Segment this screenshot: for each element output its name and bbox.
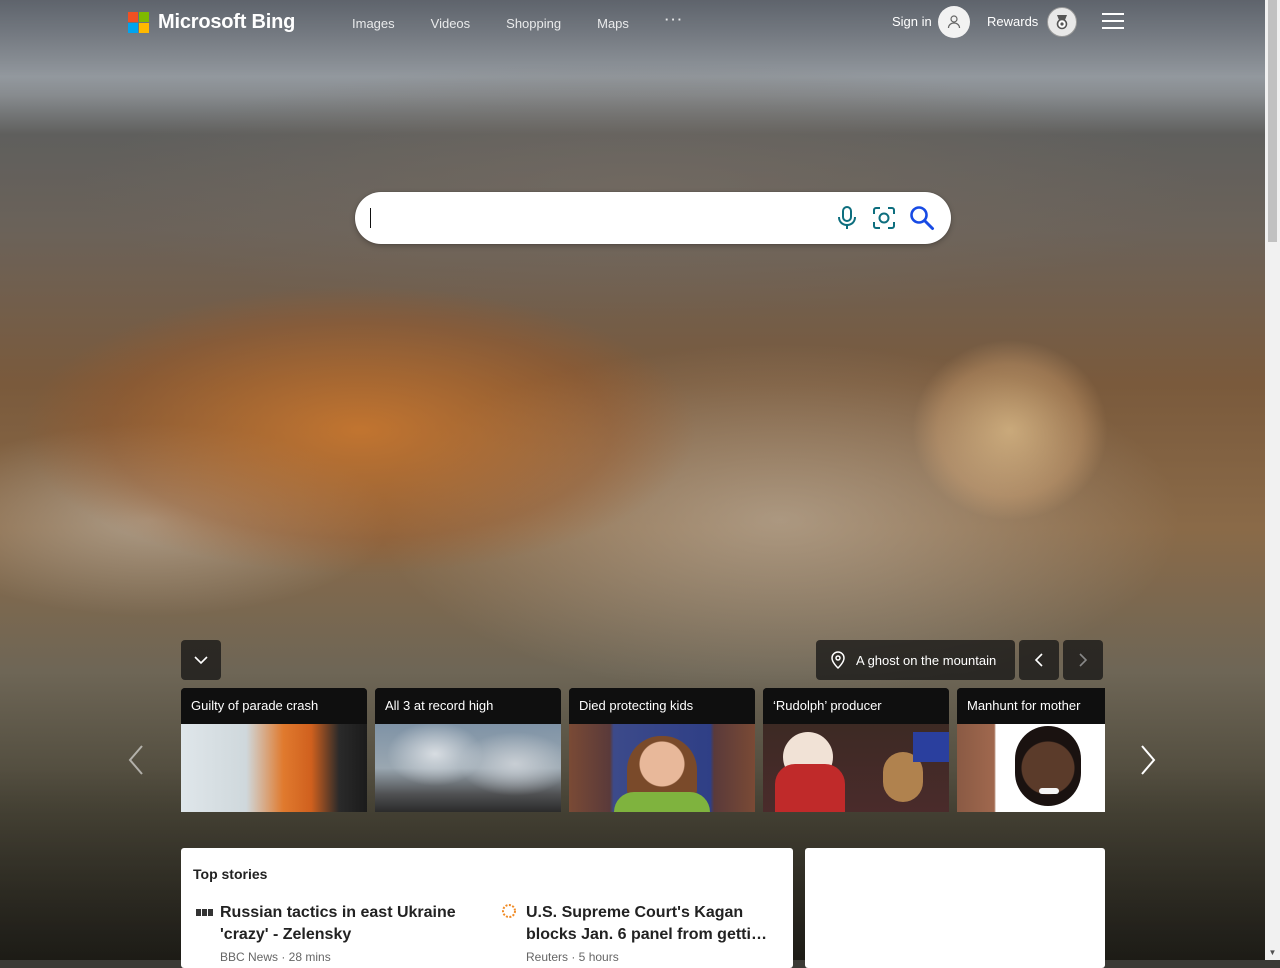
news-card[interactable]: Manhunt for mother	[957, 688, 1105, 812]
news-card[interactable]: Died protecting kids	[569, 688, 755, 812]
background-image	[0, 0, 1265, 960]
news-card[interactable]: Guilty of parade crash	[181, 688, 367, 812]
news-card[interactable]: ‘Rudolph’ producer	[763, 688, 949, 812]
nav-more[interactable]: ···	[665, 12, 684, 31]
news-card-image	[763, 724, 949, 812]
chevron-right-icon	[1141, 745, 1156, 775]
search-box	[355, 192, 951, 244]
user-icon[interactable]	[938, 6, 970, 38]
news-card-image	[569, 724, 755, 812]
previous-image-button[interactable]	[1019, 640, 1059, 680]
search-icon[interactable]	[908, 204, 936, 232]
nav-shopping[interactable]: Shopping	[506, 16, 561, 31]
search-input[interactable]	[371, 205, 825, 233]
scrollbar-thumb[interactable]	[1268, 0, 1277, 242]
news-card-image	[957, 724, 1105, 812]
chevron-left-icon	[128, 745, 143, 775]
top-stories-panel: Top stories Russian tactics in east Ukra…	[181, 848, 793, 968]
brand-name: Microsoft Bing	[158, 11, 296, 33]
visual-search-icon[interactable]	[870, 204, 898, 232]
text-caret	[370, 208, 371, 228]
news-card[interactable]: All 3 at record high	[375, 688, 561, 812]
news-card-title: Guilty of parade crash	[181, 688, 367, 724]
story-item[interactable]: Russian tactics in east Ukraine 'crazy' …	[196, 902, 482, 964]
news-card-image	[181, 724, 367, 812]
next-image-button[interactable]	[1063, 640, 1103, 680]
page-scrollbar[interactable]: ▼	[1265, 0, 1280, 960]
location-pin-icon	[828, 650, 848, 670]
image-caption: A ghost on the mountain	[856, 652, 997, 668]
image-info-button[interactable]: A ghost on the mountain	[816, 640, 1015, 680]
bing-logo[interactable]: Microsoft Bing	[128, 11, 295, 34]
chevron-right-icon	[1079, 653, 1088, 667]
story-meta: BBC News · 28 mins	[220, 950, 331, 964]
chevron-down-icon	[194, 656, 208, 665]
hamburger-menu-icon[interactable]	[1102, 13, 1124, 31]
top-nav: Images Videos Shopping Maps ···	[352, 12, 720, 31]
story-title[interactable]: Russian tactics in east Ukraine 'crazy' …	[220, 902, 482, 946]
microphone-icon[interactable]	[833, 204, 861, 232]
top-stories-heading: Top stories	[193, 866, 268, 882]
story-item[interactable]: U.S. Supreme Court's Kagan blocks Jan. 6…	[502, 902, 788, 964]
bbc-source-icon	[196, 904, 214, 916]
nav-images[interactable]: Images	[352, 16, 395, 31]
carousel-next-button[interactable]	[1136, 740, 1160, 780]
news-card-title: ‘Rudolph’ producer	[763, 688, 949, 724]
rewards-medal-icon[interactable]	[1047, 7, 1077, 37]
story-title[interactable]: U.S. Supreme Court's Kagan blocks Jan. 6…	[526, 902, 788, 946]
header: Microsoft Bing Images Videos Shopping Ma…	[0, 0, 1265, 46]
nav-videos[interactable]: Videos	[431, 16, 471, 31]
news-card-title: Manhunt for mother	[957, 688, 1105, 724]
collapse-feed-button[interactable]	[181, 640, 221, 680]
nav-maps[interactable]: Maps	[597, 16, 629, 31]
sign-in-link[interactable]: Sign in	[892, 14, 932, 29]
news-carousel: Guilty of parade crash All 3 at record h…	[181, 688, 1105, 812]
carousel-prev-button[interactable]	[124, 740, 148, 780]
microsoft-logo-icon	[128, 11, 150, 34]
scroll-down-arrow-icon[interactable]: ▼	[1265, 945, 1280, 960]
news-card-title: Died protecting kids	[569, 688, 755, 724]
chevron-left-icon	[1034, 653, 1043, 667]
reuters-source-icon	[502, 904, 520, 918]
story-meta: Reuters · 5 hours	[526, 950, 619, 964]
news-card-image	[375, 724, 561, 812]
rewards-link[interactable]: Rewards	[987, 14, 1038, 29]
news-card-title: All 3 at record high	[375, 688, 561, 724]
side-panel	[805, 848, 1105, 968]
